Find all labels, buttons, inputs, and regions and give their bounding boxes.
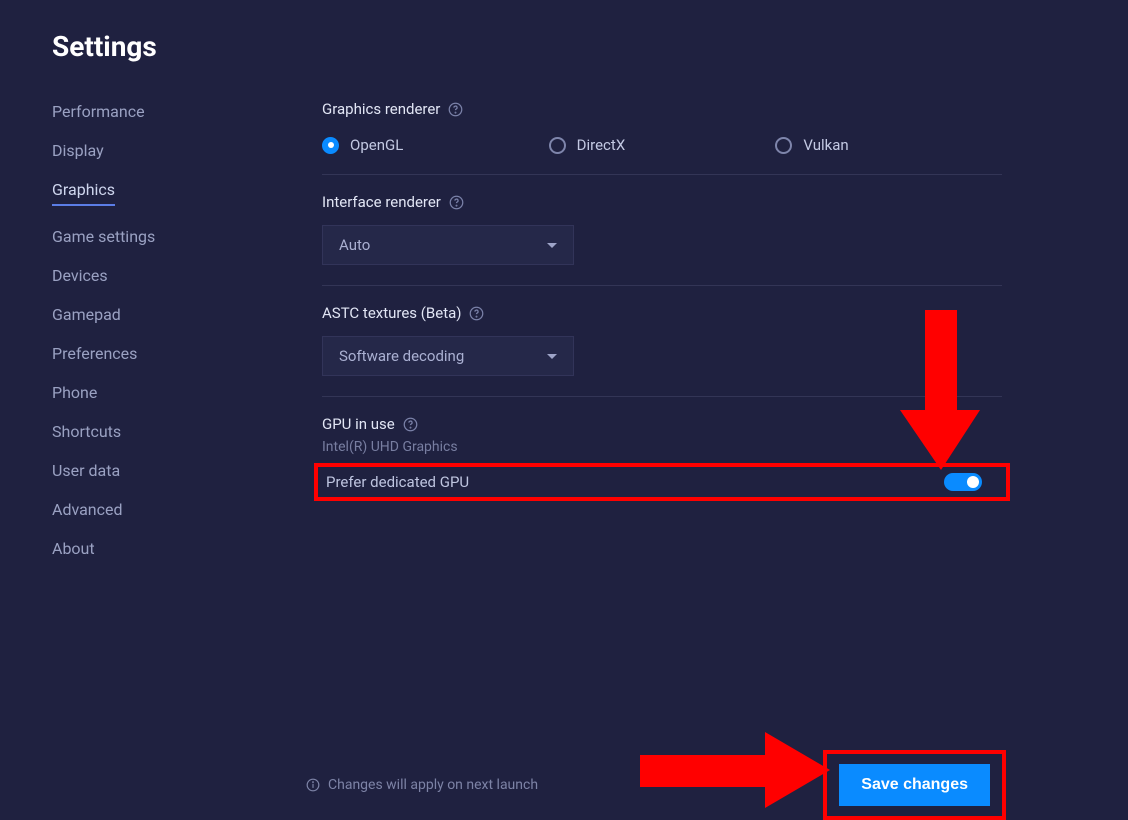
section-gpu-in-use: GPU in use Intel(R) UHD Graphics Prefer … (322, 397, 1002, 527)
sidebar-item-user-data[interactable]: User data (52, 463, 252, 479)
astc-textures-title: ASTC textures (Beta) (322, 304, 461, 322)
sidebar-item-performance[interactable]: Performance (52, 104, 252, 120)
apply-notice-text: Changes will apply on next launch (328, 777, 538, 793)
info-icon (306, 778, 320, 792)
save-changes-button[interactable]: Save changes (839, 764, 990, 806)
settings-main: Graphics renderer OpenGL DirectX Vulkan … (322, 100, 1002, 527)
radio-directx[interactable]: DirectX (549, 136, 776, 154)
radio-icon (322, 137, 339, 154)
radio-label: DirectX (577, 136, 626, 154)
sidebar-item-shortcuts[interactable]: Shortcuts (52, 424, 252, 440)
help-icon[interactable] (469, 306, 484, 321)
apply-notice: Changes will apply on next launch (306, 777, 538, 793)
radio-icon (775, 137, 792, 154)
graphics-renderer-title: Graphics renderer (322, 100, 440, 118)
save-highlight-box: Save changes (823, 750, 1006, 820)
sidebar-item-game-settings[interactable]: Game settings (52, 229, 252, 245)
chevron-down-icon (547, 243, 557, 248)
prefer-dedicated-gpu-label: Prefer dedicated GPU (326, 473, 469, 491)
section-graphics-renderer: Graphics renderer OpenGL DirectX Vulkan (322, 100, 1002, 175)
page-title: Settings (52, 30, 157, 63)
prefer-dedicated-gpu-row: Prefer dedicated GPU (314, 463, 1010, 501)
sidebar-item-graphics[interactable]: Graphics (52, 182, 252, 206)
sidebar-item-gamepad[interactable]: Gamepad (52, 307, 252, 323)
radio-icon (549, 137, 566, 154)
astc-textures-dropdown[interactable]: Software decoding (322, 336, 574, 376)
sidebar-item-about[interactable]: About (52, 541, 252, 557)
help-icon[interactable] (403, 417, 418, 432)
prefer-dedicated-gpu-toggle[interactable] (944, 473, 982, 491)
interface-renderer-title: Interface renderer (322, 193, 441, 211)
sidebar-item-advanced[interactable]: Advanced (52, 502, 252, 518)
radio-vulkan[interactable]: Vulkan (775, 136, 1002, 154)
settings-sidebar: Performance Display Graphics Game settin… (52, 104, 252, 580)
section-interface-renderer: Interface renderer Auto (322, 175, 1002, 286)
chevron-down-icon (547, 354, 557, 359)
dropdown-value: Auto (339, 236, 370, 254)
sidebar-item-preferences[interactable]: Preferences (52, 346, 252, 362)
gpu-in-use-title: GPU in use (322, 415, 395, 433)
radio-label: Vulkan (803, 136, 848, 154)
dropdown-value: Software decoding (339, 347, 464, 365)
help-icon[interactable] (448, 102, 463, 117)
current-gpu-name: Intel(R) UHD Graphics (322, 439, 1002, 455)
toggle-knob (967, 476, 979, 488)
sidebar-item-devices[interactable]: Devices (52, 268, 252, 284)
interface-renderer-dropdown[interactable]: Auto (322, 225, 574, 265)
radio-opengl[interactable]: OpenGL (322, 136, 549, 154)
footer-bar: Changes will apply on next launch Save c… (306, 750, 1006, 820)
sidebar-item-phone[interactable]: Phone (52, 385, 252, 401)
section-astc-textures: ASTC textures (Beta) Software decoding (322, 286, 1002, 397)
help-icon[interactable] (449, 195, 464, 210)
sidebar-item-display[interactable]: Display (52, 143, 252, 159)
radio-label: OpenGL (350, 136, 403, 154)
